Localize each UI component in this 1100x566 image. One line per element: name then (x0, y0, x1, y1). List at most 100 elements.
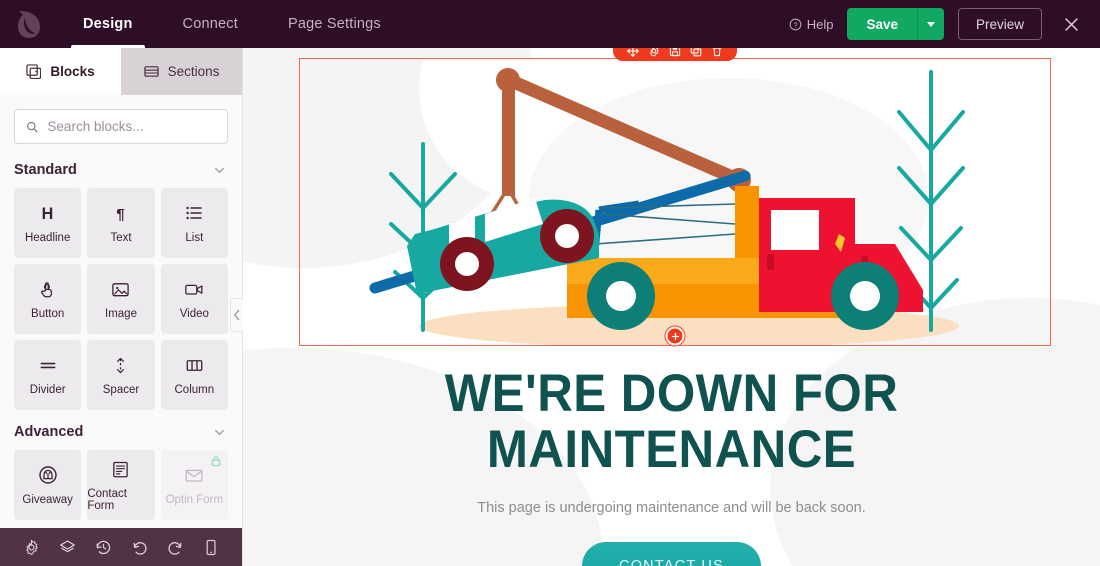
gear-icon[interactable] (648, 48, 660, 57)
mobile-preview-icon[interactable] (203, 539, 219, 556)
sections-icon (143, 66, 159, 77)
group-header-standard[interactable]: Standard (0, 148, 242, 188)
block-text[interactable]: ¶ Text (87, 188, 155, 258)
divider-icon (38, 354, 58, 376)
undo-icon[interactable] (131, 539, 148, 556)
nav-item-connect[interactable]: Connect (158, 0, 263, 48)
hero-content: WE'RE DOWN FOR MAINTENANCE This page is … (243, 366, 1100, 566)
main-nav: Design Connect Page Settings (58, 0, 406, 48)
trash-icon[interactable] (711, 48, 723, 57)
cta-container: CONTACT US (243, 542, 1100, 566)
nav-label: Design (83, 16, 133, 32)
svg-text:?: ? (793, 22, 797, 29)
block-label: Spacer (102, 384, 140, 396)
pointer-hand-icon (38, 278, 57, 300)
search-container (0, 95, 242, 148)
blocks-panel: Standard H Headline ¶ Text List Button I… (0, 148, 242, 528)
left-sidebar: Blocks Sections Search blocks... Standar… (0, 48, 243, 566)
search-box[interactable] (14, 109, 228, 144)
group-title: Standard (14, 162, 77, 178)
contact-us-button[interactable]: CONTACT US (582, 542, 761, 566)
page-subtitle[interactable]: This page is undergoing maintenance and … (243, 500, 1100, 516)
block-list[interactable]: List (160, 188, 228, 258)
close-editor-button[interactable] (1058, 11, 1084, 37)
group-title: Advanced (14, 424, 84, 440)
block-divider[interactable]: Divider (14, 340, 82, 410)
redo-icon[interactable] (167, 539, 184, 556)
save-dropdown-button[interactable] (917, 8, 944, 40)
group-header-advanced[interactable]: Advanced (0, 410, 242, 450)
layers-icon[interactable] (59, 539, 76, 556)
block-giveaway[interactable]: Giveaway (14, 450, 82, 520)
move-icon[interactable] (627, 48, 639, 57)
sidebar-collapse-toggle[interactable] (230, 298, 243, 332)
block-column[interactable]: Column (160, 340, 228, 410)
sidebar-tabs: Blocks Sections (0, 48, 242, 95)
columns-icon (185, 354, 204, 376)
nav-item-design[interactable]: Design (58, 0, 158, 48)
block-video[interactable]: Video (160, 264, 228, 334)
tab-blocks[interactable]: Blocks (0, 48, 121, 95)
block-label: Text (110, 232, 132, 244)
leaf-logo-icon (18, 11, 40, 38)
save-button-group: Save (847, 8, 944, 40)
block-image[interactable]: Image (87, 264, 155, 334)
block-label: Column (174, 384, 215, 396)
chevron-down-icon[interactable] (213, 426, 226, 439)
tab-sections[interactable]: Sections (121, 48, 242, 95)
add-section-button[interactable] (665, 326, 685, 346)
nav-label: Page Settings (287, 16, 381, 32)
block-label: Divider (29, 384, 66, 396)
paragraph-icon: ¶ (111, 202, 130, 224)
search-icon (27, 121, 38, 132)
block-optin-form[interactable]: Optin Form (160, 450, 228, 520)
preview-button[interactable]: Preview (957, 8, 1042, 40)
search-input[interactable] (47, 119, 216, 134)
chevron-left-icon (234, 309, 240, 321)
block-spacer[interactable]: Spacer (87, 340, 155, 410)
chevron-down-icon (926, 21, 935, 27)
sidebar-footer-toolbar (0, 528, 242, 566)
headline-icon: H (38, 202, 57, 224)
save-label: Save (866, 16, 898, 32)
question-circle-icon: ? (789, 18, 802, 30)
block-button[interactable]: Button (14, 264, 82, 334)
tab-label: Sections (167, 64, 220, 79)
svg-text:¶: ¶ (117, 206, 125, 223)
video-camera-icon (184, 278, 204, 300)
giveaway-icon (38, 464, 58, 486)
preview-label: Preview (975, 16, 1024, 32)
block-label: Video (179, 308, 209, 320)
block-label: List (185, 232, 204, 244)
section-toolbar (613, 48, 737, 61)
chevron-down-icon[interactable] (213, 164, 226, 177)
block-label: Contact Form (87, 488, 127, 512)
gear-icon[interactable] (23, 539, 40, 556)
help-label: Help (806, 16, 834, 32)
block-contact-form[interactable]: Contact Form (87, 450, 155, 520)
page-canvas[interactable]: WE'RE DOWN FOR MAINTENANCE This page is … (243, 48, 1100, 566)
spacer-arrows-icon (111, 354, 130, 376)
block-label: Optin Form (165, 494, 224, 506)
top-header: Design Connect Page Settings ? Help Save… (0, 0, 1100, 48)
envelope-icon (184, 464, 204, 486)
editor-body: Blocks Sections Search blocks... Standar… (0, 48, 1100, 566)
duplicate-icon[interactable] (690, 48, 702, 57)
app-logo[interactable] (0, 9, 58, 39)
nav-item-page-settings[interactable]: Page Settings (263, 0, 406, 48)
svg-text:H: H (42, 205, 54, 223)
block-headline[interactable]: H Headline (14, 188, 82, 258)
help-button[interactable]: ? Help (789, 16, 834, 32)
page-title[interactable]: WE'RE DOWN FOR MAINTENANCE (273, 366, 1070, 477)
save-disk-icon[interactable] (669, 48, 681, 57)
history-icon[interactable] (95, 539, 112, 556)
plus-circle-icon (671, 332, 679, 340)
standard-blocks-grid: H Headline ¶ Text List Button Image Vide… (0, 188, 242, 410)
advanced-blocks-grid: Giveaway Contact Form Optin Form (0, 450, 242, 520)
section-selection-frame[interactable] (299, 48, 1051, 346)
block-label: Button (31, 308, 65, 320)
page-builder-app: Design Connect Page Settings ? Help Save… (0, 0, 1100, 566)
image-icon (111, 278, 130, 300)
save-button[interactable]: Save (847, 8, 918, 40)
contact-form-icon (111, 458, 130, 480)
